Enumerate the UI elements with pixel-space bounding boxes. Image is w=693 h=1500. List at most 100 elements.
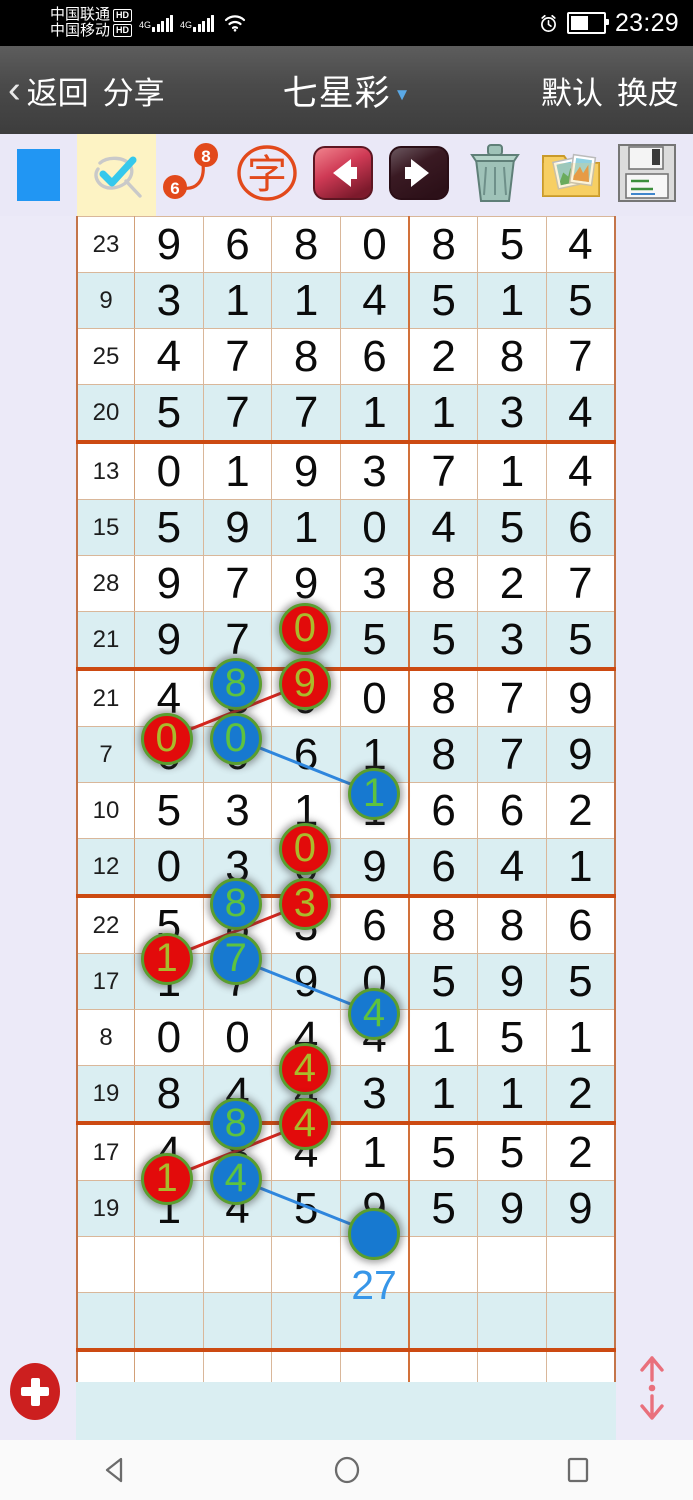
digit-cell[interactable]: 1	[477, 441, 547, 500]
digit-cell[interactable]: 7	[202, 328, 273, 385]
digit-cell[interactable]: 4	[339, 1009, 410, 1066]
table-row[interactable]: 15 5 9 1 0 4 5 6	[76, 499, 616, 556]
digit-cell[interactable]: 8	[202, 895, 273, 954]
save-button[interactable]	[609, 134, 685, 216]
digit-cell[interactable]	[408, 1292, 479, 1352]
table-row[interactable]: 93114515	[76, 272, 616, 329]
digit-cell[interactable]: 5	[408, 272, 479, 329]
digit-cell[interactable]: 5	[408, 611, 479, 671]
digit-cell[interactable]: 1	[134, 1180, 204, 1237]
table-row[interactable]: 19 1 4 5 9 5 9 9	[76, 1180, 616, 1237]
digit-cell[interactable]: 5	[477, 216, 547, 273]
digit-cell[interactable]: 9	[477, 953, 547, 1010]
digit-cell[interactable]: 0	[339, 668, 410, 727]
triangle-back-icon[interactable]	[81, 1440, 151, 1500]
digit-cell[interactable]: 6	[202, 216, 273, 273]
digit-cell[interactable]: 1	[202, 441, 273, 500]
digit-cell[interactable]: 8	[271, 328, 341, 385]
digit-cell[interactable]: 5	[134, 384, 204, 444]
digit-cell[interactable]: 4	[271, 1009, 341, 1066]
digit-cell[interactable]	[339, 1292, 410, 1352]
digit-cell[interactable]: 8	[477, 895, 547, 954]
add-button[interactable]	[10, 1363, 60, 1420]
digit-cell[interactable]: 3	[477, 611, 547, 671]
digit-cell[interactable]: 6	[271, 726, 341, 783]
chevron-down-icon[interactable]: ▼	[394, 85, 411, 105]
digit-cell[interactable]: 1	[339, 384, 410, 444]
digit-cell[interactable]: 8	[202, 668, 273, 727]
digit-cell[interactable]: 7	[477, 668, 547, 727]
delete-button[interactable]	[457, 134, 533, 216]
digit-cell[interactable]: 3	[339, 441, 410, 500]
digit-cell[interactable]: 0	[134, 838, 204, 898]
digit-cell[interactable]: 5	[545, 272, 616, 329]
digit-cell[interactable]: 0	[339, 953, 410, 1010]
digit-cell[interactable]: 4	[134, 668, 204, 727]
digit-cell[interactable]: 8	[408, 895, 479, 954]
digit-cell[interactable]: 5	[134, 895, 204, 954]
digit-cell[interactable]: 2	[545, 1065, 616, 1125]
digit-cell[interactable]: 3	[477, 384, 547, 444]
digit-cell[interactable]: 4	[545, 216, 616, 273]
digit-cell[interactable]: 4	[545, 384, 616, 444]
digit-cell[interactable]: 1	[202, 272, 273, 329]
digit-cell[interactable]: 3	[202, 838, 273, 898]
digit-cell[interactable]: 1	[545, 1009, 616, 1066]
digit-cell[interactable]: 5	[271, 1180, 341, 1237]
digit-cell[interactable]: 1	[408, 1065, 479, 1125]
digit-cell[interactable]: 2	[477, 555, 547, 612]
digit-cell[interactable]: 6	[408, 838, 479, 898]
digit-cell[interactable]: 9	[134, 216, 204, 273]
digit-cell[interactable]: 1	[477, 272, 547, 329]
table-row[interactable]	[76, 1292, 616, 1352]
table-row[interactable]: 23 9 6 8 0 8 5 4	[76, 216, 616, 273]
digit-cell[interactable]: 7	[271, 384, 341, 444]
digit-cell[interactable]: 5	[477, 499, 547, 556]
digit-cell[interactable]: 9	[202, 499, 273, 556]
digit-cell[interactable]: 9	[271, 668, 341, 727]
digit-cell[interactable]: 1	[271, 499, 341, 556]
table-row[interactable]: 21 9 7 0 5 5 3 5	[76, 611, 616, 671]
digit-cell[interactable]: 0	[271, 611, 341, 671]
digit-cell[interactable]: 8	[408, 555, 479, 612]
digit-cell[interactable]	[408, 1236, 479, 1293]
digit-cell[interactable]	[477, 1292, 547, 1352]
digit-cell[interactable]: 2	[545, 1122, 616, 1181]
digit-cell[interactable]: 5	[408, 1180, 479, 1237]
table-row[interactable]: 19 8 4 4 3 1 1 2	[76, 1065, 616, 1125]
digit-cell[interactable]: 1	[477, 1065, 547, 1125]
digit-cell[interactable]: 7	[202, 611, 273, 671]
table-row[interactable]: 80044151	[76, 1009, 616, 1066]
digit-cell[interactable]: 9	[134, 611, 204, 671]
digit-cell[interactable]: 7	[202, 384, 273, 444]
digit-cell[interactable]: 8	[134, 1065, 204, 1125]
digit-cell[interactable]: 4	[339, 272, 410, 329]
digit-cell[interactable]: 8	[408, 726, 479, 783]
previous-button[interactable]	[305, 134, 381, 216]
square-recents-icon[interactable]	[543, 1440, 613, 1500]
digit-cell[interactable]	[545, 1292, 616, 1352]
table-row[interactable]: 21 4 8 9 0 8 7 9	[76, 668, 616, 727]
pen-tool-button[interactable]	[77, 134, 156, 216]
digit-cell[interactable]: 3	[271, 895, 341, 954]
digit-cell[interactable]: 5	[408, 1122, 479, 1181]
digit-cell[interactable]: 0	[339, 499, 410, 556]
table-row[interactable]: 70061879	[76, 726, 616, 783]
color-swatch-button[interactable]	[0, 134, 77, 216]
digit-cell[interactable]: 2	[408, 328, 479, 385]
digit-cell[interactable]: 8	[408, 216, 479, 273]
digit-cell[interactable]: 5	[134, 499, 204, 556]
digit-cell[interactable]: 1	[545, 838, 616, 898]
digit-cell[interactable]: 9	[271, 441, 341, 500]
digit-cell[interactable]: 3	[202, 782, 273, 839]
digit-cell[interactable]	[134, 1292, 204, 1352]
digit-cell[interactable]	[202, 1236, 273, 1293]
digit-cell[interactable]: 1	[339, 1122, 410, 1181]
digit-cell[interactable]: 1	[271, 272, 341, 329]
digit-cell[interactable]: 0	[134, 1009, 204, 1066]
digit-cell[interactable]: 0	[202, 1009, 273, 1066]
digit-cell[interactable]: 5	[545, 611, 616, 671]
digit-cell[interactable]	[545, 1236, 616, 1293]
connector-tool-button[interactable]: 6 8	[156, 134, 229, 216]
gallery-button[interactable]	[533, 134, 609, 216]
